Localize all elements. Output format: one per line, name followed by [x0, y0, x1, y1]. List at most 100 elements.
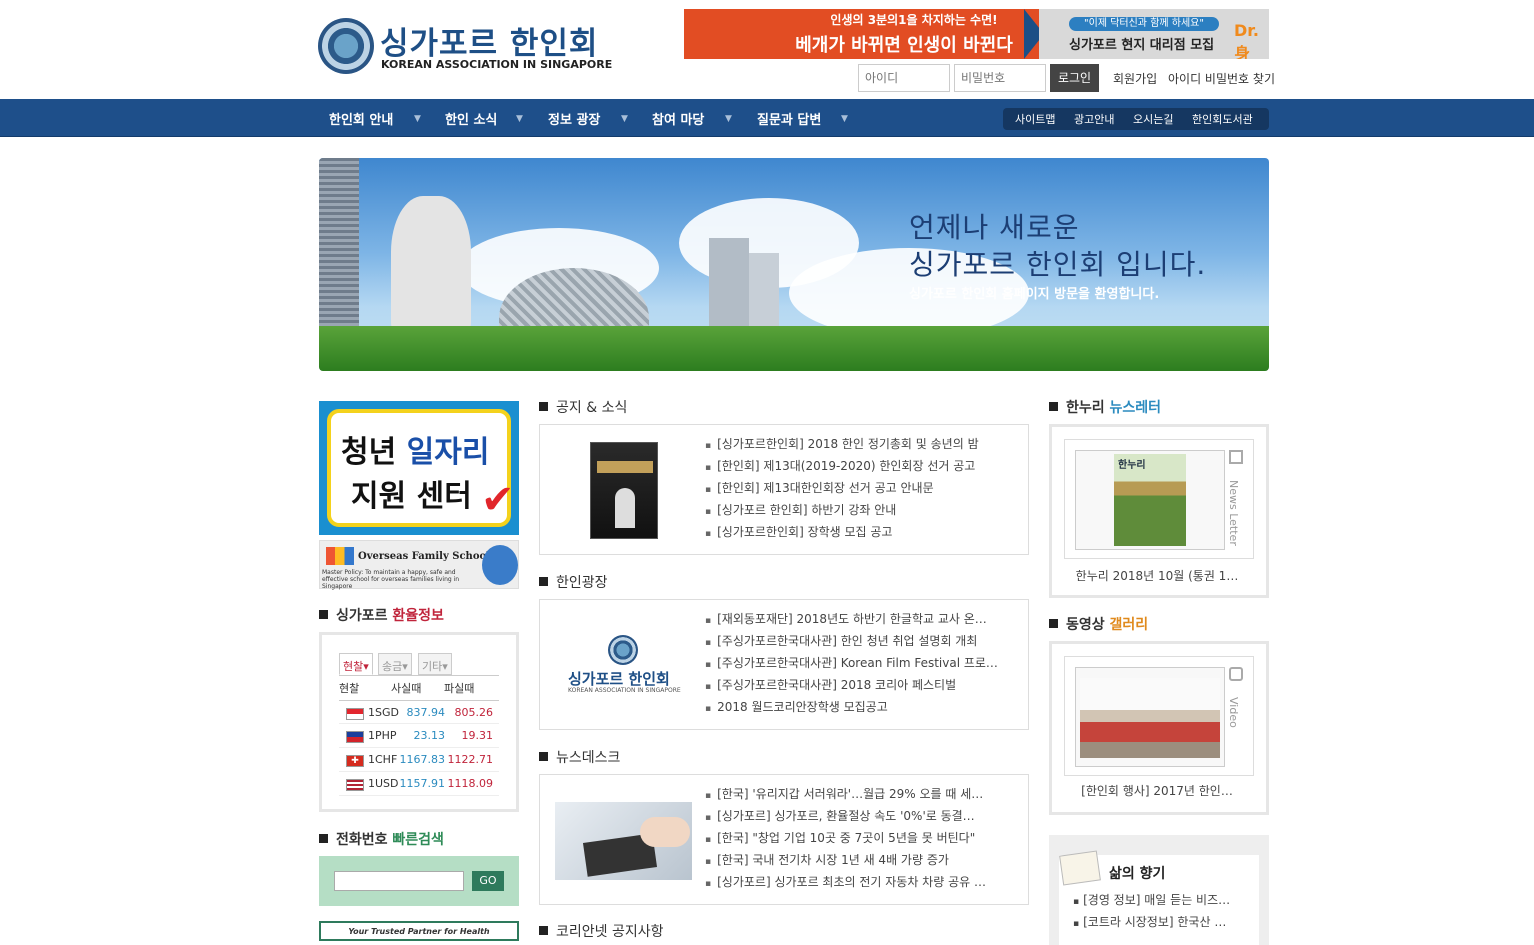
- list-item[interactable]: ▪ [주싱가포르한국대사관] 한인 청년 취업 설명회 개최: [705, 632, 1020, 654]
- list-item-text: [싱가포르한인회] 2018 한인 정기총회 및 송년의 밤: [717, 437, 979, 451]
- rate-buy: 1167.83: [399, 753, 446, 766]
- list-item[interactable]: ▪ [한국] 국내 전기차 시장 1년 새 4배 가량 증가: [705, 851, 1020, 873]
- logo-title[interactable]: 싱가포르 한인회: [380, 18, 598, 63]
- video-thumbnail-image: [1080, 678, 1220, 758]
- tab-cash[interactable]: 현찰▾: [339, 653, 373, 675]
- bullet-icon: ▪: [705, 813, 712, 823]
- list-item[interactable]: ▪ [한국] "창업 기업 10곳 중 7곳이 5년을 못 버틴다": [705, 829, 1020, 851]
- video-box: Video [한인회 행사] 2017년 한인…: [1049, 641, 1269, 815]
- nav-item-info[interactable]: 정보 광장: [548, 109, 600, 128]
- newsletter-title-prefix: 한누리: [1066, 400, 1110, 416]
- rate-currency: 1SGD: [368, 706, 399, 719]
- banner-welcome: 싱가포르 한인회 홈페이지 방문을 환영합니다.: [909, 287, 1160, 302]
- flag-ph-icon: [346, 731, 364, 743]
- video-thumb[interactable]: [1075, 667, 1225, 767]
- bullet-icon: ▪: [1073, 897, 1080, 907]
- newsletter-thumb[interactable]: 한누리: [1075, 450, 1225, 550]
- rate-row: 1SGD 837.94 805.26: [339, 700, 499, 724]
- life-scent-title[interactable]: 삶의 향기: [1109, 863, 1165, 883]
- hand-shape: [640, 817, 690, 847]
- check-icon: ✔: [481, 477, 515, 523]
- newsletter-card[interactable]: 한누리 News Letter: [1064, 439, 1254, 559]
- list-item[interactable]: ▪ [싱가포르한인회] 장학생 모집 공고: [705, 523, 1020, 545]
- quick-link-library[interactable]: 한인회도서관: [1192, 111, 1253, 127]
- logo-emblem[interactable]: [318, 18, 374, 74]
- list-item[interactable]: ▪ [주싱가포르한국대사관] 2018 코리아 페스티벌: [705, 676, 1020, 698]
- id-input[interactable]: [858, 64, 950, 92]
- phone-search-input[interactable]: [334, 871, 464, 891]
- list-item-text: [한인회] 제13대(2019-2020) 한인회장 선거 공고: [717, 459, 976, 473]
- tab-transfer[interactable]: 송금▾: [378, 653, 412, 675]
- rate-title-prefix: 싱가포르: [336, 608, 393, 624]
- login-button[interactable]: 로그인: [1050, 64, 1099, 92]
- newsdesk-image[interactable]: [555, 802, 692, 880]
- newsletter-cover-image: 한누리: [1114, 454, 1186, 546]
- tab-other[interactable]: 기타▾: [418, 653, 452, 675]
- video-card[interactable]: Video: [1064, 656, 1254, 776]
- nav-item-participate[interactable]: 참여 마당: [652, 109, 704, 128]
- newsletter-vertical-label: News Letter: [1227, 480, 1240, 546]
- bullet-icon: ▪: [705, 441, 712, 451]
- koreannet-section-title[interactable]: 코리안넷 공지사항: [539, 921, 664, 941]
- partner-banner[interactable]: Your Trusted Partner for Health: [319, 921, 519, 941]
- list-item[interactable]: ▪ 2018 월드코리안장학생 모집공고: [705, 698, 1020, 720]
- plaza-logo-emblem: [608, 635, 638, 665]
- grass-strip: [319, 326, 1269, 371]
- find-account-link[interactable]: 아이디 비밀번호 찾기: [1168, 70, 1275, 87]
- chevron-down-icon: ▼: [841, 114, 848, 124]
- nav-item-about[interactable]: 한인회 안내: [329, 109, 393, 128]
- bullet-icon: ▪: [705, 507, 712, 517]
- plaza-section-title[interactable]: 한인광장: [539, 572, 608, 592]
- list-item[interactable]: ▪ [재외동포재단] 2018년도 하반기 한글학교 교사 온…: [705, 610, 1020, 632]
- list-item[interactable]: ▪ [경영 정보] 매일 듣는 비즈…: [1073, 891, 1253, 908]
- chevron-down-icon: ▼: [725, 114, 732, 124]
- list-item[interactable]: ▪ [한인회] 제13대(2019-2020) 한인회장 선거 공고: [705, 457, 1020, 479]
- newsletter-section-title[interactable]: 한누리 뉴스레터: [1049, 397, 1161, 417]
- rate-row: ✚ 1CHF 1167.83 1122.71: [339, 748, 499, 772]
- rate-currency: 1CHF: [368, 753, 398, 766]
- rate-section-title: 싱가포르 환율정보: [319, 605, 444, 625]
- list-item[interactable]: ▪ [주싱가포르한국대사관] Korean Film Festival 프로…: [705, 654, 1020, 676]
- list-item[interactable]: ▪ [싱가포르한인회] 2018 한인 정기총회 및 송년의 밤: [705, 435, 1020, 457]
- video-section-title[interactable]: 동영상 갤러리: [1049, 614, 1148, 634]
- section-bullet-icon: [539, 925, 548, 935]
- list-item[interactable]: ▪ [한국] '유리지갑 서러워라'…월급 29% 오를 때 세…: [705, 785, 1020, 807]
- list-item[interactable]: ▪ [코트라 시장정보] 한국산 …: [1073, 913, 1253, 930]
- password-input[interactable]: [954, 64, 1046, 92]
- video-camera-icon: [1229, 667, 1243, 681]
- quick-link-directions[interactable]: 오시는길: [1133, 111, 1173, 127]
- list-item[interactable]: ▪ [싱가포르] 싱가포르, 환율절상 속도 '0%'로 동결…: [705, 807, 1020, 829]
- notice-section-title[interactable]: 공지 & 소식: [539, 397, 627, 417]
- list-item[interactable]: ▪ [싱가포르] 싱가포르 최초의 전기 자동차 차량 공유 …: [705, 873, 1020, 895]
- newsletter-cover-title: 한누리: [1118, 460, 1146, 471]
- youth-job-banner[interactable]: 청년 일자리 지원 센터 ✔: [319, 401, 519, 535]
- ofs-banner[interactable]: Overseas Family School Master Policy: To…: [319, 540, 519, 590]
- newsdesk-section-title[interactable]: 뉴스데스크: [539, 747, 620, 767]
- newsletter-icon: [1229, 450, 1243, 464]
- phone-title-highlight: 빠른검색: [392, 832, 444, 848]
- phone-section-title: 전화번호 빠른검색: [319, 829, 444, 849]
- quick-link-sitemap[interactable]: 사이트맵: [1015, 111, 1055, 127]
- notice-title-text: 공지 & 소식: [556, 400, 628, 416]
- plaza-title-text: 한인광장: [556, 575, 608, 591]
- top-ad-banner[interactable]: 인생의 3분의1을 차지하는 수면! 베개가 바뀌면 인생이 바뀐다 "이제 닥…: [684, 9, 1269, 59]
- list-item-text: [싱가포르] 싱가포르, 환율절상 속도 '0%'로 동결…: [717, 809, 975, 823]
- join-link[interactable]: 회원가입: [1113, 70, 1157, 87]
- video-caption[interactable]: [한인회 행사] 2017년 한인…: [1062, 782, 1252, 799]
- flag-us-icon: [346, 779, 364, 791]
- bullet-icon: ▪: [705, 704, 712, 714]
- phone-search-go-button[interactable]: GO: [472, 871, 504, 891]
- list-item[interactable]: ▪ [한인회] 제13대한인회장 선거 공고 안내문: [705, 479, 1020, 501]
- nav-item-news[interactable]: 한인 소식: [445, 109, 497, 128]
- merlion-statue: [391, 196, 471, 336]
- bullet-icon: ▪: [705, 857, 712, 867]
- notice-poster-image[interactable]: [590, 442, 658, 539]
- list-item-text: [주싱가포르한국대사관] Korean Film Festival 프로…: [717, 656, 998, 670]
- job-banner-word1: 청년: [341, 435, 407, 470]
- nav-item-qna[interactable]: 질문과 답변: [757, 109, 821, 128]
- quick-link-ad-info[interactable]: 광고안내: [1074, 111, 1114, 127]
- newsletter-caption[interactable]: 한누리 2018년 10월 (통권 1…: [1062, 567, 1252, 584]
- chevron-down-icon: ▼: [516, 114, 523, 124]
- rate-currency: 1PHP: [368, 729, 397, 742]
- list-item[interactable]: ▪ [싱가포르 한인회] 하반기 강좌 안내: [705, 501, 1020, 523]
